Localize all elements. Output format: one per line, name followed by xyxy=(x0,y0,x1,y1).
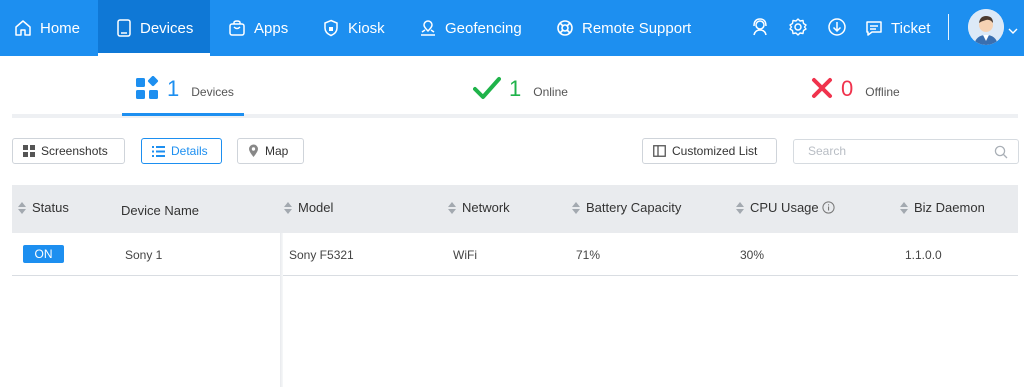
bag-icon xyxy=(229,20,245,36)
screenshots-button[interactable]: Screenshots xyxy=(12,138,125,164)
devices-label: Devices xyxy=(191,85,234,99)
customized-list-label: Customized List xyxy=(672,144,758,158)
fixed-column-divider xyxy=(280,233,283,387)
nav-kiosk-label: Kiosk xyxy=(348,19,385,37)
nav-divider xyxy=(948,14,949,40)
sort-icon[interactable] xyxy=(572,201,580,214)
search-icon[interactable] xyxy=(994,145,1008,159)
col-header-biz-daemon-label: Biz Daemon xyxy=(914,200,985,215)
nav-geofencing-label: Geofencing xyxy=(445,19,522,37)
sort-icon[interactable] xyxy=(284,201,292,214)
nav-devices-label: Devices xyxy=(140,19,194,37)
nav-apps-label: Apps xyxy=(254,19,289,37)
columns-icon xyxy=(653,145,666,157)
col-header-battery-capacity[interactable]: Battery Capacity xyxy=(572,200,681,215)
nav-devices[interactable]: Devices xyxy=(98,0,210,56)
check-icon xyxy=(473,77,501,99)
sort-icon[interactable] xyxy=(736,201,744,214)
col-header-device-name[interactable]: Device Name xyxy=(121,203,199,218)
nav-remote-support[interactable]: Remote Support xyxy=(556,0,691,56)
devices-grid-icon xyxy=(136,76,159,99)
details-button[interactable]: Details xyxy=(141,138,222,164)
table-header: Status Device Name Model Network Battery… xyxy=(12,185,1018,233)
online-count: 1 xyxy=(509,76,522,101)
customized-list-button[interactable]: Customized List xyxy=(642,138,777,164)
cell-cpu: 30% xyxy=(740,248,765,262)
nav-apps[interactable]: Apps xyxy=(228,0,288,56)
grid-icon xyxy=(23,145,35,157)
headset-icon[interactable] xyxy=(749,16,771,38)
status-badge: ON xyxy=(23,245,64,263)
col-header-model[interactable]: Model xyxy=(284,200,333,215)
col-header-model-label: Model xyxy=(298,200,334,215)
avatar[interactable] xyxy=(968,9,1004,45)
cell-model: Sony F5321 xyxy=(289,248,354,262)
sort-icon[interactable] xyxy=(448,201,456,214)
gear-icon[interactable] xyxy=(787,16,809,38)
table-row[interactable]: ON Sony 1 Sony F5321 WiFi 71% 30% 1.1.0.… xyxy=(12,233,1018,276)
map-button[interactable]: Map xyxy=(237,138,304,164)
device-stats: 1 Devices 1 Online 0 Offline xyxy=(12,56,1018,118)
online-label: Online xyxy=(533,85,568,99)
list-icon xyxy=(152,145,165,157)
col-header-battery-capacity-label: Battery Capacity xyxy=(586,200,682,215)
col-header-cpu-usage-label: CPU Usage xyxy=(750,200,819,215)
col-header-device-name-label: Device Name xyxy=(121,203,200,218)
chat-icon xyxy=(866,21,882,36)
col-header-biz-daemon[interactable]: Biz Daemon xyxy=(900,200,985,215)
map-pin-icon xyxy=(249,144,258,157)
nav-home-label: Home xyxy=(40,19,81,37)
sort-icon[interactable] xyxy=(18,201,26,214)
cross-icon xyxy=(812,78,832,98)
nav-geofencing[interactable]: Geofencing xyxy=(419,0,522,56)
nav-kiosk[interactable]: Kiosk xyxy=(322,0,385,56)
offline-count: 0 xyxy=(841,76,854,101)
devices-count: 1 xyxy=(167,76,180,101)
col-header-network[interactable]: Network xyxy=(448,200,510,215)
active-stat-underline xyxy=(122,113,244,116)
map-label: Map xyxy=(265,144,289,158)
search-box[interactable] xyxy=(793,139,1019,164)
col-header-status[interactable]: Status xyxy=(18,200,69,215)
search-input[interactable] xyxy=(808,144,988,158)
lifebuoy-icon xyxy=(557,20,573,36)
phone-icon xyxy=(117,19,131,37)
cell-biz-daemon: 1.1.0.0 xyxy=(905,248,942,262)
cell-battery: 71% xyxy=(576,248,601,262)
nav-home[interactable]: Home xyxy=(14,0,80,56)
map-pin-icon xyxy=(421,20,435,36)
col-header-cpu-usage[interactable]: CPU Usage xyxy=(736,200,835,215)
download-icon[interactable] xyxy=(826,16,848,38)
details-label: Details xyxy=(171,144,208,158)
shield-lock-icon xyxy=(324,19,338,37)
nav-remote-support-label: Remote Support xyxy=(582,19,692,37)
stat-offline[interactable]: 0 Offline xyxy=(811,76,900,102)
ticket-label: Ticket xyxy=(891,19,931,37)
sort-icon[interactable] xyxy=(900,201,908,214)
col-header-network-label: Network xyxy=(462,200,510,215)
stat-devices[interactable]: 1 Devices xyxy=(135,76,234,102)
home-icon xyxy=(15,20,31,36)
chevron-down-icon[interactable] xyxy=(1008,22,1018,40)
col-header-status-label: Status xyxy=(32,200,69,215)
cell-network: WiFi xyxy=(453,248,477,262)
top-nav: Home Devices Apps Kiosk Geofencing Remot… xyxy=(0,0,1024,56)
ticket-button[interactable]: Ticket xyxy=(865,0,930,56)
offline-label: Offline xyxy=(865,85,900,99)
screenshots-label: Screenshots xyxy=(41,144,108,158)
info-icon[interactable] xyxy=(822,201,835,214)
cell-device-name[interactable]: Sony 1 xyxy=(125,248,162,262)
stat-online[interactable]: 1 Online xyxy=(473,76,568,102)
